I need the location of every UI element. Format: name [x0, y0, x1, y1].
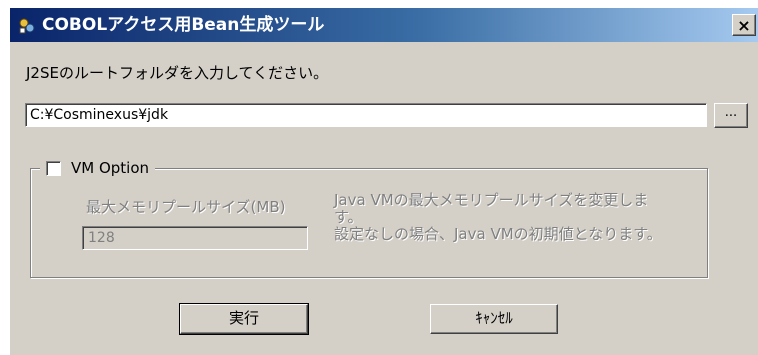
cancel-button[interactable]: ｷｬﾝｾﾙ — [430, 304, 558, 334]
vm-option-checkbox[interactable] — [46, 160, 61, 176]
dialog-window: COBOLアクセス用Bean生成ツール × J2SEのルートフォルダを入力してく… — [10, 8, 758, 355]
max-memory-pool-label: 最大メモリプールサイズ(MB) — [86, 198, 286, 216]
description-line: 設定なしの場合、Java VMの初期値となります。 — [334, 225, 662, 243]
app-icon — [19, 18, 35, 34]
description-line: す。 — [334, 208, 363, 226]
max-memory-pool-input: 128 — [82, 226, 308, 250]
close-button[interactable]: × — [732, 14, 756, 36]
vm-option-description: Java VMの最大メモリプールサイズを変更しま す。 設定なしの場合、Java… — [334, 192, 706, 243]
folder-prompt-label: J2SEのルートフォルダを入力してください。 — [26, 64, 329, 82]
vm-option-legend: VM Option — [40, 154, 156, 182]
run-button[interactable]: 実行 — [179, 303, 309, 335]
title-bar[interactable]: COBOLアクセス用Bean生成ツール × — [10, 8, 758, 42]
window-title: COBOLアクセス用Bean生成ツール — [42, 15, 325, 35]
description-line: Java VMの最大メモリプールサイズを変更しま — [334, 191, 649, 209]
browse-button[interactable]: ... — [714, 103, 748, 128]
vm-option-label[interactable]: VM Option — [71, 159, 149, 177]
jdk-path-input[interactable]: C:¥Cosminexus¥jdk — [25, 103, 707, 127]
